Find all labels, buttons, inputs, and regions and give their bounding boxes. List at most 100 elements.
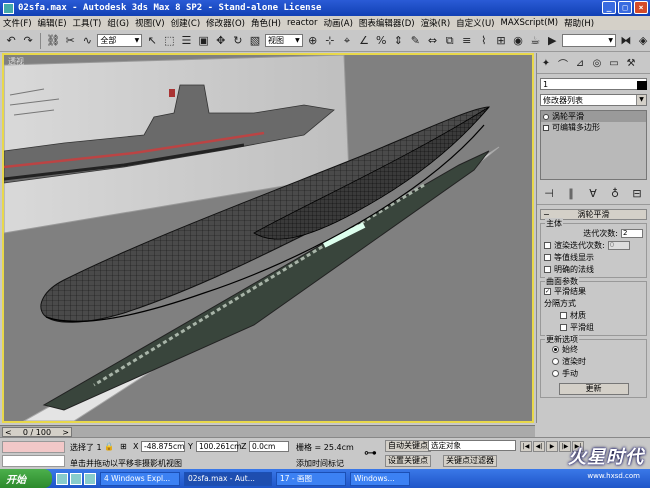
maxscript-listener-white[interactable]: [2, 455, 65, 467]
update-button[interactable]: 更新: [558, 383, 629, 395]
update-when-rendering-radio[interactable]: [552, 358, 559, 365]
bind-space-warp-icon[interactable]: ∿: [80, 33, 94, 49]
selection-set-dropdown[interactable]: 选定对象: [428, 440, 516, 451]
add-time-tag[interactable]: 添加时间标记: [296, 458, 344, 469]
activeshade-icon[interactable]: ◈: [636, 33, 650, 49]
stack-item-editable-poly[interactable]: 可编辑多边形: [541, 122, 646, 133]
timeline[interactable]: < 0 / 100 >: [0, 425, 535, 437]
window-crossing-icon[interactable]: ▣: [197, 33, 211, 49]
menu-maxscript[interactable]: MAXScript(M): [501, 18, 559, 28]
quick-launch-icon[interactable]: [70, 472, 82, 485]
menu-graph-editors[interactable]: 图表编辑器(D): [359, 17, 415, 29]
modifier-on-icon[interactable]: [543, 113, 549, 120]
select-rotate-icon[interactable]: ↻: [231, 33, 245, 49]
time-slider[interactable]: < 0 / 100 >: [2, 427, 72, 437]
render-iters-checkbox[interactable]: [544, 242, 551, 249]
menu-help[interactable]: 帮助(H): [564, 17, 594, 29]
maximize-button[interactable]: □: [618, 1, 632, 14]
quick-launch-icon[interactable]: [56, 472, 68, 485]
render-type-dropdown[interactable]: ▼: [562, 34, 616, 47]
perspective-viewport[interactable]: 透视: [2, 53, 534, 423]
auto-key-button[interactable]: 自动关键点: [385, 440, 431, 452]
mirror-icon[interactable]: ⇔: [425, 33, 439, 49]
quick-render-icon[interactable]: ▶: [545, 33, 559, 49]
utilities-tab-icon[interactable]: ⚒: [624, 56, 638, 70]
layer-manager-icon[interactable]: ≡: [460, 33, 474, 49]
menu-edit[interactable]: 编辑(E): [38, 17, 67, 29]
menu-rendering[interactable]: 渲染(R): [421, 17, 451, 29]
next-frame-icon[interactable]: >: [62, 428, 69, 437]
percent-snap-icon[interactable]: %: [374, 33, 388, 49]
motion-tab-icon[interactable]: ◎: [590, 56, 604, 70]
minimize-button[interactable]: _: [602, 1, 616, 14]
play-icon[interactable]: ▶: [546, 441, 558, 452]
y-coordinate-field[interactable]: 100.261cm: [196, 441, 241, 452]
select-move-icon[interactable]: ✥: [214, 33, 228, 49]
menu-character[interactable]: 角色(H): [251, 17, 281, 29]
maxscript-listener-pink[interactable]: [2, 441, 65, 453]
menu-reactor[interactable]: reactor: [287, 18, 317, 28]
task-3dsmax[interactable]: 02sfa.max - Aut...: [184, 471, 272, 486]
redo-icon[interactable]: ↷: [21, 33, 35, 49]
stack-item-turbosmooth[interactable]: 涡轮平滑: [541, 111, 646, 122]
modify-tab-icon[interactable]: ⌒: [556, 56, 570, 71]
lock-selection-icon[interactable]: 🔒: [104, 442, 114, 451]
render-last-icon[interactable]: ⧓: [619, 33, 633, 49]
prev-frame-icon[interactable]: <: [5, 428, 12, 437]
curve-editor-icon[interactable]: ⌇: [477, 33, 491, 49]
remove-modifier-icon[interactable]: ♁: [607, 185, 623, 201]
select-object-icon[interactable]: ↖: [145, 33, 159, 49]
spinner-snap-icon[interactable]: ⇕: [391, 33, 405, 49]
expand-icon[interactable]: [543, 124, 549, 131]
object-name-field[interactable]: 1: [540, 78, 647, 90]
link-icon[interactable]: ⛓: [46, 33, 60, 49]
isoline-checkbox[interactable]: [544, 254, 551, 261]
explicit-normals-checkbox[interactable]: [544, 266, 551, 273]
pivot-center-icon[interactable]: ⊕: [306, 33, 320, 49]
select-scale-icon[interactable]: ▧: [248, 33, 262, 49]
z-coordinate-field[interactable]: 0.0cm: [249, 441, 289, 452]
absolute-mode-icon[interactable]: ⊞: [120, 442, 127, 451]
reference-coordinate-dropdown[interactable]: 视图 ▼: [264, 34, 303, 47]
render-iters-spinner[interactable]: 0: [607, 241, 630, 250]
snap-toggle-icon[interactable]: ⌖: [340, 33, 354, 49]
update-always-radio[interactable]: [552, 346, 559, 353]
key-filters-button[interactable]: 关键点过滤器: [443, 455, 497, 467]
material-editor-icon[interactable]: ◉: [511, 33, 525, 49]
menu-modifiers[interactable]: 修改器(O): [206, 17, 245, 29]
align-icon[interactable]: ⧉: [443, 33, 457, 49]
task-paint[interactable]: 17 - 画图: [276, 471, 346, 486]
start-button[interactable]: 开始: [0, 469, 52, 488]
select-manipulate-icon[interactable]: ⊹: [323, 33, 337, 49]
goto-start-icon[interactable]: |◀: [520, 441, 532, 452]
show-end-result-icon[interactable]: ∥: [563, 185, 579, 201]
task-windows[interactable]: Windows...: [350, 471, 410, 486]
create-tab-icon[interactable]: ✦: [539, 56, 553, 70]
viewport-label[interactable]: 透视: [8, 56, 24, 67]
menu-create[interactable]: 创建(C): [171, 17, 201, 29]
smooth-result-checkbox[interactable]: ✓: [544, 288, 551, 295]
pin-stack-icon[interactable]: ⊣: [541, 185, 557, 201]
task-windows-explorer[interactable]: 4 Windows Expl...: [100, 471, 180, 486]
smoothing-groups-checkbox[interactable]: [560, 324, 567, 331]
menu-group[interactable]: 组(G): [107, 17, 129, 29]
menu-views[interactable]: 视图(V): [135, 17, 164, 29]
menu-file[interactable]: 文件(F): [3, 17, 32, 29]
angle-snap-icon[interactable]: ∠: [357, 33, 371, 49]
update-manually-radio[interactable]: [552, 370, 559, 377]
select-by-name-icon[interactable]: ☰: [179, 33, 193, 49]
prev-key-icon[interactable]: ◀|: [533, 441, 545, 452]
hierarchy-tab-icon[interactable]: ⊿: [573, 56, 587, 70]
menu-animation[interactable]: 动画(A): [323, 17, 352, 29]
make-unique-icon[interactable]: ∀: [585, 185, 601, 201]
menu-tools[interactable]: 工具(T): [73, 17, 102, 29]
object-color-swatch[interactable]: [637, 81, 647, 90]
configure-sets-icon[interactable]: ⊟: [629, 185, 645, 201]
iterations-spinner[interactable]: 2: [621, 229, 643, 238]
key-icon[interactable]: ⊶: [364, 446, 377, 461]
render-scene-icon[interactable]: ☕: [528, 33, 542, 49]
set-key-button[interactable]: 设置关键点: [385, 455, 431, 467]
unlink-icon[interactable]: ✂: [63, 33, 77, 49]
display-tab-icon[interactable]: ▭: [607, 56, 621, 70]
named-selection-icon[interactable]: ✎: [408, 33, 422, 49]
